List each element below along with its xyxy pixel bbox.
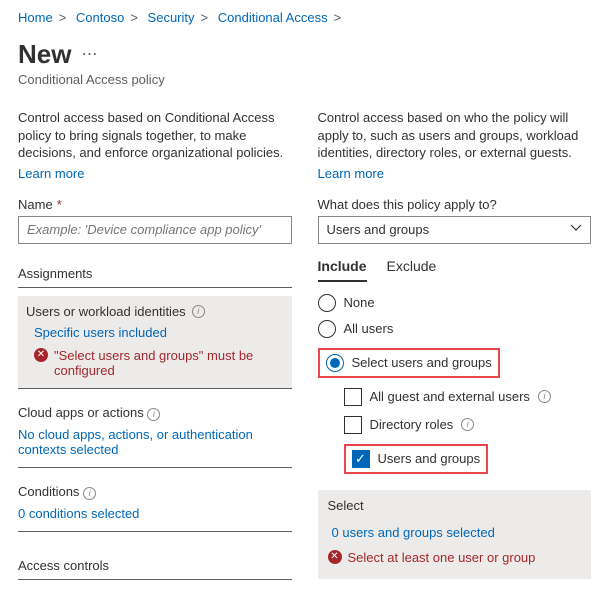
checkbox-roles-label: Directory roles bbox=[370, 417, 454, 432]
page-subtitle: Conditional Access policy bbox=[18, 72, 591, 87]
select-panel-link[interactable]: 0 users and groups selected bbox=[328, 525, 495, 540]
crumb-home[interactable]: Home bbox=[18, 10, 53, 25]
users-identities-block[interactable]: Users or workload identities i Specific … bbox=[18, 296, 292, 389]
tab-include[interactable]: Include bbox=[318, 258, 367, 282]
radio-icon bbox=[326, 354, 344, 372]
conditions-block[interactable]: Conditions i 0 conditions selected bbox=[18, 476, 292, 532]
policy-name-input[interactable] bbox=[18, 216, 292, 244]
tab-exclude[interactable]: Exclude bbox=[387, 258, 437, 282]
page-title: New bbox=[18, 39, 71, 70]
required-asterisk: * bbox=[57, 197, 62, 212]
crumb-security[interactable]: Security bbox=[148, 10, 195, 25]
chevron-right-icon: > bbox=[59, 10, 67, 25]
error-icon: ✕ bbox=[34, 348, 48, 362]
select-panel-error: Select at least one user or group bbox=[348, 550, 536, 565]
info-icon[interactable]: i bbox=[461, 418, 474, 431]
access-controls-heading: Access controls bbox=[18, 558, 292, 580]
chevron-down-icon bbox=[570, 222, 582, 237]
crumb-conditional-access[interactable]: Conditional Access bbox=[218, 10, 328, 25]
chevron-right-icon: > bbox=[201, 10, 209, 25]
radio-icon bbox=[318, 320, 336, 338]
more-icon[interactable]: ⋯ bbox=[81, 47, 97, 63]
select-panel-title: Select bbox=[328, 498, 582, 513]
learn-more-link[interactable]: Learn more bbox=[18, 166, 84, 181]
info-icon[interactable]: i bbox=[538, 390, 551, 403]
crumb-contoso[interactable]: Contoso bbox=[76, 10, 124, 25]
breadcrumb: Home > Contoso > Security > Conditional Acc… bbox=[18, 10, 591, 25]
users-identities-title: Users or workload identities bbox=[26, 304, 186, 319]
error-icon: ✕ bbox=[328, 550, 342, 564]
apply-to-value: Users and groups bbox=[327, 222, 430, 237]
learn-more-link[interactable]: Learn more bbox=[318, 166, 384, 181]
name-label: Name bbox=[18, 197, 53, 212]
checkbox-directory-roles[interactable]: Directory roles i bbox=[344, 416, 592, 434]
assignments-heading: Assignments bbox=[18, 266, 292, 288]
left-intro-text: Control access based on Conditional Acce… bbox=[18, 109, 292, 162]
cloud-apps-link[interactable]: No cloud apps, actions, or authenticatio… bbox=[18, 427, 292, 457]
cloud-apps-title: Cloud apps or actions bbox=[18, 405, 144, 420]
checkbox-guest-label: All guest and external users bbox=[370, 389, 530, 404]
select-panel: Select 0 users and groups selected ✕ Sel… bbox=[318, 490, 592, 579]
checkbox-guest-users[interactable]: All guest and external users i bbox=[344, 388, 592, 406]
info-icon[interactable]: i bbox=[147, 408, 160, 421]
radio-icon bbox=[318, 294, 336, 312]
radio-all-users-label: All users bbox=[344, 321, 394, 336]
cloud-apps-block[interactable]: Cloud apps or actions i No cloud apps, a… bbox=[18, 397, 292, 468]
checkbox-users-groups[interactable]: ✓ Users and groups bbox=[352, 450, 481, 468]
users-identities-link[interactable]: Specific users included bbox=[26, 325, 167, 340]
conditions-title: Conditions bbox=[18, 484, 79, 499]
checkbox-icon: ✓ bbox=[352, 450, 370, 468]
checkbox-icon bbox=[344, 388, 362, 406]
apply-to-label: What does this policy apply to? bbox=[318, 197, 497, 212]
radio-none[interactable]: None bbox=[318, 294, 592, 312]
radio-select-users-groups[interactable]: Select users and groups bbox=[326, 354, 492, 372]
checkbox-icon bbox=[344, 416, 362, 434]
chevron-right-icon: > bbox=[130, 10, 138, 25]
radio-none-label: None bbox=[344, 295, 375, 310]
info-icon[interactable]: i bbox=[192, 305, 205, 318]
conditions-link[interactable]: 0 conditions selected bbox=[18, 506, 139, 521]
checkbox-users-groups-label: Users and groups bbox=[378, 451, 481, 466]
users-identities-error: "Select users and groups" must be config… bbox=[54, 348, 284, 378]
info-icon[interactable]: i bbox=[83, 487, 96, 500]
chevron-right-icon: > bbox=[334, 10, 342, 25]
right-intro-text: Control access based on who the policy w… bbox=[318, 109, 592, 162]
radio-all-users[interactable]: All users bbox=[318, 320, 592, 338]
radio-select-label: Select users and groups bbox=[352, 355, 492, 370]
apply-to-select[interactable]: Users and groups bbox=[318, 216, 592, 244]
